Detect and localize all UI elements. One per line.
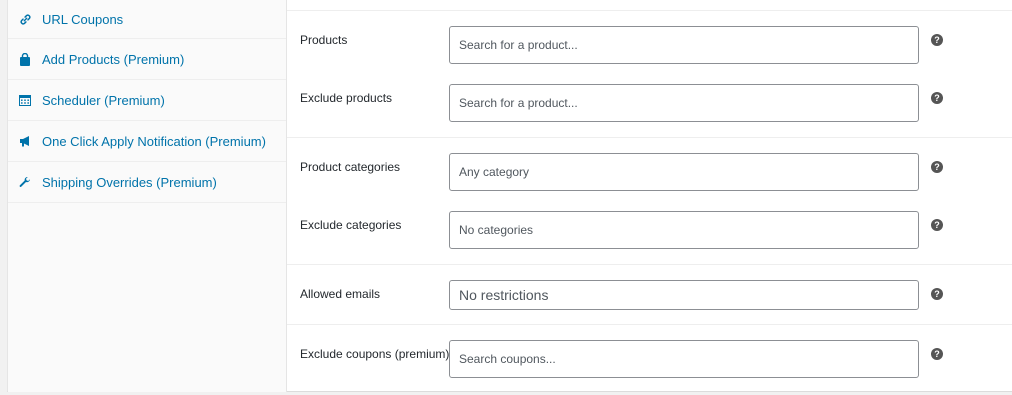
sidebar-item-add-products[interactable]: Add Products (Premium) — [8, 39, 286, 80]
products-row: Products Search for a product... ? — [287, 26, 1012, 66]
sidebar-item-shipping-overrides[interactable]: Shipping Overrides (Premium) — [8, 162, 286, 203]
exclude-products-label: Exclude products — [300, 91, 393, 105]
product-categories-row: Product categories Any category ? — [287, 153, 1012, 193]
help-tip-icon[interactable]: ? — [931, 34, 943, 46]
products-search-input[interactable]: Search for a product... — [449, 26, 919, 64]
sidebar-item-label: One Click Apply Notification (Premium) — [42, 133, 266, 149]
allowed-emails-row: Allowed emails No restrictions ? — [287, 280, 1012, 320]
help-tip-icon[interactable]: ? — [931, 161, 943, 173]
help-tip-icon[interactable]: ? — [931, 92, 943, 104]
sidebar-item-label: Add Products (Premium) — [42, 51, 185, 67]
usage-restriction-panel: Products Search for a product... ? Exclu… — [287, 0, 1012, 392]
help-tip-icon[interactable]: ? — [931, 219, 943, 231]
sidebar-item-scheduler[interactable]: Scheduler (Premium) — [8, 80, 286, 121]
help-tip-icon[interactable]: ? — [931, 288, 943, 300]
product-categories-select[interactable]: Any category — [449, 153, 919, 191]
link-icon — [18, 12, 32, 26]
sidebar-item-one-click-apply[interactable]: One Click Apply Notification (Premium) — [8, 121, 286, 162]
allowed-emails-label: Allowed emails — [300, 287, 381, 301]
emails-group: Allowed emails No restrictions ? — [287, 264, 1012, 325]
exclude-coupons-row: Exclude coupons (premium) Search coupons… — [287, 340, 1012, 380]
allowed-emails-input[interactable]: No restrictions — [449, 280, 919, 310]
exclude-categories-row: Exclude categories No categories ? — [287, 211, 1012, 251]
product-categories-label: Product categories — [300, 160, 401, 174]
megaphone-icon — [18, 134, 32, 148]
sidebar-item-label: URL Coupons — [42, 11, 124, 27]
wrench-icon — [18, 175, 32, 189]
sidebar-item-label: Shipping Overrides (Premium) — [42, 174, 217, 190]
products-group: Products Search for a product... ? Exclu… — [287, 10, 1012, 139]
bag-icon — [18, 52, 32, 66]
exclude-products-search-input[interactable]: Search for a product... — [449, 84, 919, 122]
exclude-products-row: Exclude products Search for a product...… — [287, 84, 1012, 124]
exclude-coupons-search-input[interactable]: Search coupons... — [449, 340, 919, 378]
categories-group: Product categories Any category ? Exclud… — [287, 137, 1012, 266]
calendar-icon — [18, 93, 32, 107]
products-label: Products — [300, 33, 348, 47]
sidebar-item-url-coupons[interactable]: URL Coupons — [8, 0, 286, 39]
help-tip-icon[interactable]: ? — [931, 348, 943, 360]
sidebar-item-label: Scheduler (Premium) — [42, 92, 165, 108]
coupon-tabs-sidebar: URL Coupons Add Products (Premium) Sched… — [8, 0, 287, 392]
exclude-categories-select[interactable]: No categories — [449, 211, 919, 249]
exclude-categories-label: Exclude categories — [300, 218, 402, 232]
coupon-data-panel: URL Coupons Add Products (Premium) Sched… — [7, 0, 1012, 392]
exclude-coupons-label: Exclude coupons (premium) — [300, 347, 450, 361]
exclude-coupons-group: Exclude coupons (premium) Search coupons… — [287, 324, 1012, 393]
